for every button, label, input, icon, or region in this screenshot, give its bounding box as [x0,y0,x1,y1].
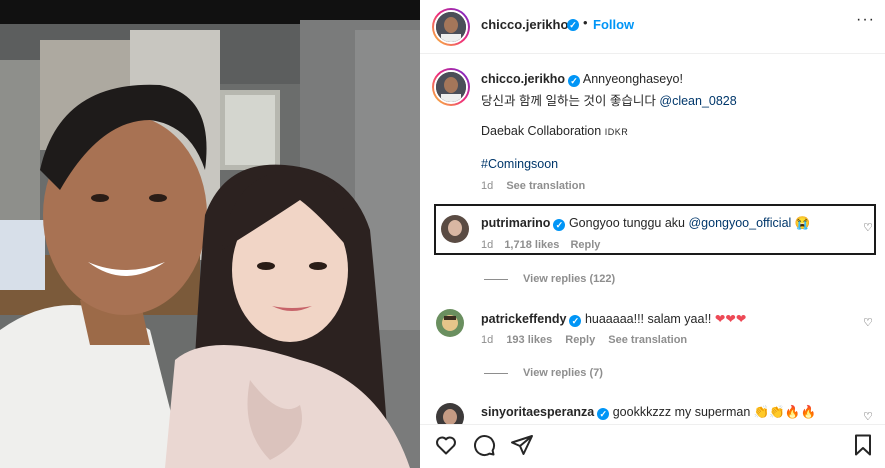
caption-author-avatar[interactable] [432,68,470,106]
comment-text: Gongyoo tunggu aku [568,216,689,230]
comment-text-line: sinyoritaesperanza ✓ gookkkzzz my superma… [481,405,816,420]
author-avatar-image [434,10,468,44]
caption-first-line: chicco.jerikho ✓ Annyeonghaseyo! [481,72,683,87]
comments-scroll-area[interactable]: chicco.jerikho ✓ Annyeonghaseyo! 당신과 함께 일… [420,54,885,424]
flag-emoji-text: IDKR [604,127,629,137]
caption-hashtag[interactable]: #Comingsoon [481,157,558,171]
caption-third-line: Daebak Collaboration IDKR [481,124,628,138]
comment-meta: 1d 193 likes Reply See translation [481,334,687,346]
post-action-bar [420,424,885,468]
comment-verified-icon: ✓ [569,315,582,327]
caption-time: 1d [481,180,494,192]
comment-verified-icon: ✓ [553,219,566,231]
heart-icon[interactable] [434,433,458,460]
comment-text-line: patrickeffendy ✓ huaaaaa!!! salam yaa!! ❤… [481,311,746,327]
caption-username[interactable]: chicco.jerikho [481,72,565,86]
comment-username[interactable]: sinyoritaesperanza [481,405,594,419]
view-replies-button[interactable]: View replies (7) [523,367,603,379]
comment-reply-button[interactable]: Reply [570,239,600,251]
caption-avatar-image [434,70,468,104]
caption-collab-text: Daebak Collaboration [481,124,605,138]
comment-username[interactable]: putrimarino [481,216,550,230]
comment-verified-icon: ✓ [597,408,610,420]
comment-icon[interactable] [472,433,496,460]
comment-avatar[interactable] [436,309,464,337]
caption-see-translation[interactable]: See translation [506,180,585,192]
caption-korean-text: 당신과 함께 일하는 것이 좋습니다 [481,94,660,108]
comment-time: 1d [481,239,494,251]
post-photo[interactable] [0,0,420,468]
separator-dot: • [583,15,588,30]
comment-mention-link[interactable]: @gongyoo_official [688,216,791,230]
highlighted-comment: putrimarino ✓ Gongyoo tunggu aku @gongyoo… [434,204,876,255]
comment-meta: 1d 1,718 likes Reply [481,239,600,251]
verified-badge-icon: ✓ [567,19,579,31]
comment-like-heart-icon[interactable]: ♡ [863,316,873,329]
comment-like-heart-icon[interactable]: ♡ [863,410,873,423]
caption-verified-icon: ✓ [568,75,581,87]
more-options-icon[interactable]: ··· [856,11,875,29]
view-replies-line [484,279,508,280]
crying-emoji: 😭 [794,216,811,230]
clap-fire-emoji: 👏👏🔥🔥 [753,405,817,419]
comment-text-line: putrimarino ✓ Gongyoo tunggu aku @gongyoo… [481,216,810,231]
author-avatar[interactable] [432,8,470,46]
comment-like-heart-icon[interactable]: ♡ [863,221,873,234]
comment-reply-button[interactable]: Reply [565,334,595,346]
caption-mention-link[interactable]: @clean_0828 [659,94,736,108]
comment-username[interactable]: patrickeffendy [481,312,566,326]
comment-see-translation[interactable]: See translation [608,334,687,346]
post-side-panel: chicco.jerikho ✓ • Follow ··· chicco.jer… [420,0,885,468]
hearts-emoji: ❤❤❤ [714,312,747,326]
comment-text: gookkkzzz my superman [612,405,754,419]
photo-illustration [0,0,420,468]
caption-greeting: Annyeonghaseyo! [582,72,683,86]
author-username[interactable]: chicco.jerikho [481,17,568,32]
comment-time: 1d [481,334,494,346]
caption-meta: 1d See translation [481,180,585,192]
share-icon[interactable] [510,433,534,460]
caption-second-line: 당신과 함께 일하는 것이 좋습니다 @clean_0828 [481,90,737,109]
comment-avatar[interactable] [436,403,464,424]
comment-text: huaaaaa!!! salam yaa!! [584,312,715,326]
follow-button[interactable]: Follow [593,17,634,32]
bookmark-icon[interactable] [851,433,875,460]
comment-likes[interactable]: 193 likes [506,334,552,346]
post-header: chicco.jerikho ✓ • Follow ··· [420,0,885,54]
comment-avatar[interactable] [441,215,469,243]
view-replies-line [484,373,508,374]
comment-likes[interactable]: 1,718 likes [504,239,559,251]
view-replies-button[interactable]: View replies (122) [523,273,615,285]
